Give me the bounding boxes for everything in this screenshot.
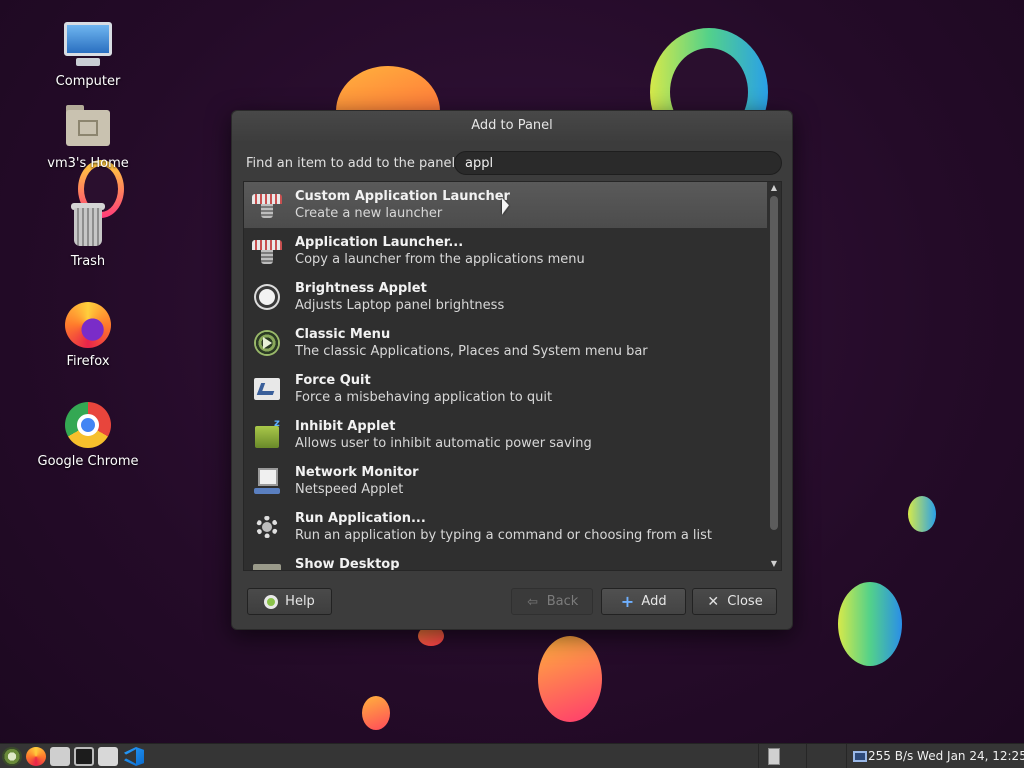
taskbar-separator (806, 744, 807, 768)
launcher-icon (252, 190, 282, 220)
desktop-icon-label: Computer (55, 74, 121, 89)
decor-shape (908, 496, 936, 532)
taskbar-separator (846, 744, 847, 768)
plus-icon: + (620, 591, 635, 611)
firefox-launcher-icon[interactable] (26, 747, 46, 766)
list-item[interactable]: z Inhibit Applet Allows user to inhibit … (244, 412, 768, 458)
item-name: Custom Application Launcher (295, 189, 510, 204)
menu-icon[interactable] (2, 747, 22, 766)
decor-shape (362, 696, 390, 730)
decor-shape (838, 582, 902, 666)
help-icon (264, 594, 279, 609)
item-desc: Create a new launcher (295, 206, 443, 221)
help-button[interactable]: Help (247, 588, 332, 615)
add-button-label: Add (641, 594, 667, 609)
mouse-cursor-icon (502, 197, 509, 218)
list-item[interactable]: Run Application... Run an application by… (244, 504, 768, 550)
network-icon[interactable] (853, 751, 867, 762)
classic-menu-icon (252, 328, 282, 358)
inhibit-icon: z (252, 418, 282, 450)
desktop-icon-chrome[interactable]: Google Chrome (33, 400, 143, 469)
item-name: Network Monitor (295, 465, 419, 480)
back-arrow-icon: ⇦ (527, 594, 539, 610)
list-item[interactable]: Application Launcher... Copy a launcher … (244, 228, 768, 274)
back-button[interactable]: ⇦ Back (511, 588, 593, 615)
taskbar: 255 B/s Wed Jan 24, 12:25 (0, 743, 1024, 768)
taskbar-separator (758, 744, 759, 768)
item-name: Force Quit (295, 373, 371, 388)
list-item[interactable]: Network Monitor Netspeed Applet (244, 458, 768, 504)
launcher-icon (252, 236, 282, 266)
run-icon (252, 512, 282, 542)
list-item[interactable]: Force Quit Force a misbehaving applicati… (244, 366, 768, 412)
desktop-icon-trash[interactable]: Trash (33, 200, 143, 269)
terminal-icon[interactable] (74, 747, 94, 766)
tray-status-clock[interactable]: 255 B/s Wed Jan 24, 12:25 (868, 749, 1024, 763)
computer-icon (62, 20, 114, 70)
desktop-icon-label: vm3's Home (47, 156, 129, 171)
back-button-label: Back (546, 594, 579, 609)
search-input[interactable] (454, 151, 782, 175)
item-desc: Copy a launcher from the applications me… (295, 252, 585, 267)
item-name: Brightness Applet (295, 281, 427, 296)
add-to-panel-dialog: Add to Panel Find an item to add to the … (231, 110, 793, 630)
help-button-label: Help (285, 594, 315, 609)
close-button[interactable]: ✕ Close (692, 588, 777, 615)
desktop-icon-label: Firefox (66, 354, 110, 369)
force-quit-icon (252, 374, 282, 404)
close-button-label: Close (727, 594, 763, 609)
item-name: Classic Menu (295, 327, 391, 342)
find-label: Find an item to add to the panel: (246, 156, 460, 171)
show-desktop-icon (252, 558, 282, 570)
item-desc: Netspeed Applet (295, 482, 404, 497)
chrome-icon (62, 400, 114, 450)
list-item[interactable]: Show Desktop (244, 550, 768, 571)
item-name: Application Launcher... (295, 235, 464, 250)
brightness-icon (252, 282, 282, 312)
item-list[interactable]: Custom Application Launcher Create a new… (243, 181, 782, 571)
list-item[interactable]: Classic Menu The classic Applications, P… (244, 320, 768, 366)
add-button[interactable]: + Add (601, 588, 686, 615)
decor-shape (538, 636, 602, 722)
item-desc: Adjusts Laptop panel brightness (295, 298, 505, 313)
item-desc: The classic Applications, Places and Sys… (295, 344, 648, 359)
item-desc: Force a misbehaving application to quit (295, 390, 553, 405)
desktop-icon-label: Google Chrome (37, 454, 139, 469)
dialog-title[interactable]: Add to Panel (232, 111, 792, 141)
scroll-down-arrow-icon[interactable]: ▼ (767, 558, 781, 570)
desktop-icon-firefox[interactable]: Firefox (33, 300, 143, 369)
item-desc: Allows user to inhibit automatic power s… (295, 436, 592, 451)
item-name: Inhibit Applet (295, 419, 396, 434)
vscode-icon[interactable] (124, 747, 144, 766)
network-monitor-icon (252, 466, 282, 496)
close-icon: ✕ (707, 593, 720, 610)
trash-icon (62, 200, 114, 250)
item-name: Show Desktop (295, 557, 400, 571)
home-folder-icon (62, 102, 114, 152)
desktop-icon-computer[interactable]: Computer (33, 20, 143, 89)
find-row: Find an item to add to the panel: (246, 151, 782, 177)
firefox-icon (62, 300, 114, 350)
workspace-switcher-icon[interactable] (768, 748, 780, 765)
item-name: Run Application... (295, 511, 426, 526)
desktop-icon-home[interactable]: vm3's Home (33, 102, 143, 171)
desktop-icon-label: Trash (70, 254, 106, 269)
item-desc: Run an application by typing a command o… (295, 528, 713, 543)
file-manager-icon[interactable] (50, 747, 70, 766)
list-scrollbar[interactable]: ▲ ▼ (767, 182, 781, 570)
list-item[interactable]: Brightness Applet Adjusts Laptop panel b… (244, 274, 768, 320)
system-monitor-icon[interactable] (98, 747, 118, 766)
scroll-thumb[interactable] (770, 196, 778, 530)
scroll-up-arrow-icon[interactable]: ▲ (767, 182, 781, 194)
